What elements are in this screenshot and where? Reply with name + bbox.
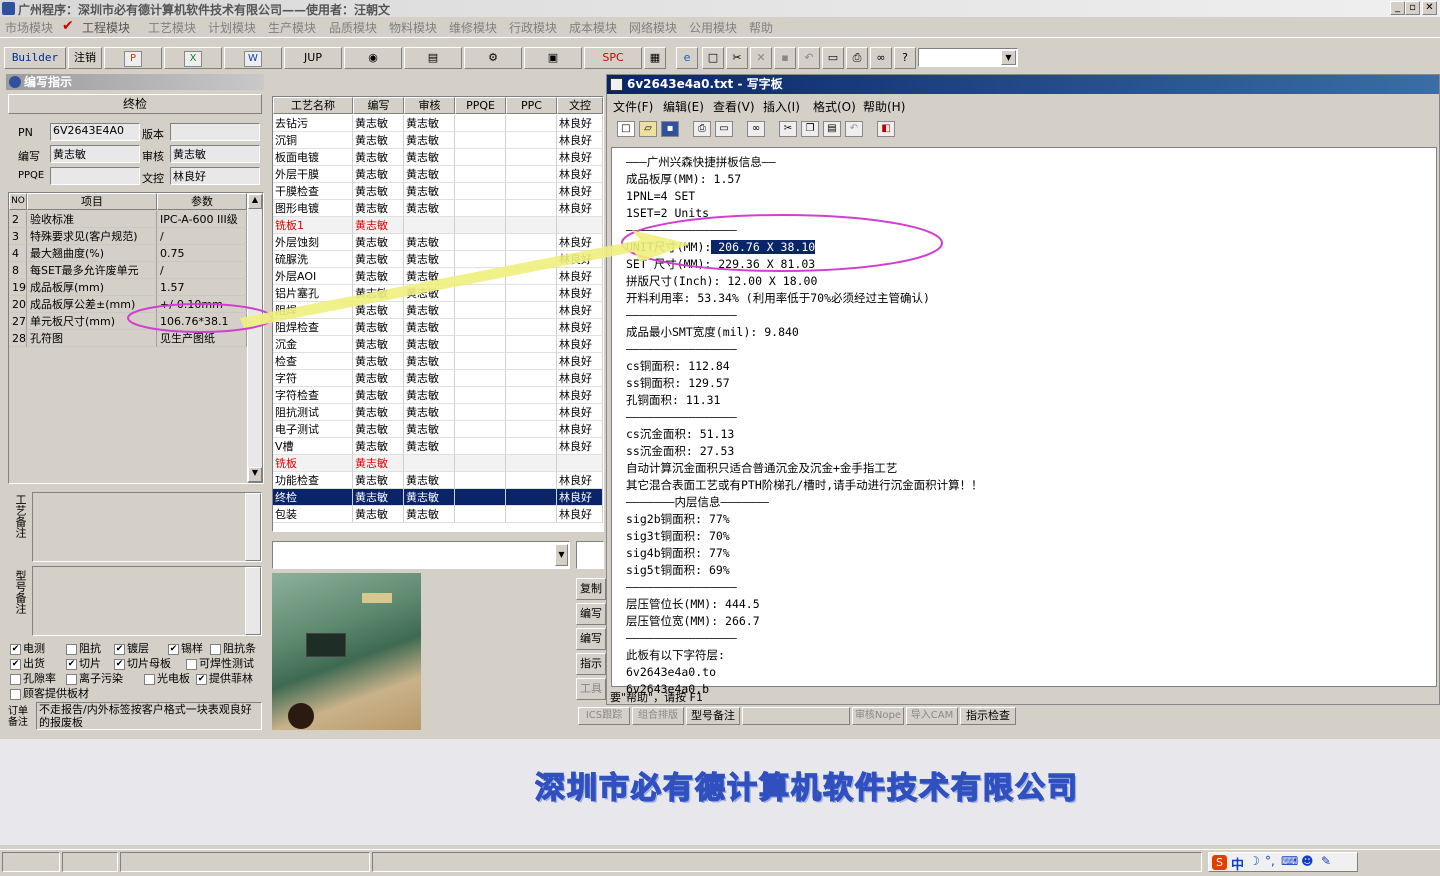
annotation-arrow	[240, 230, 690, 328]
annotation-overlay	[127, 214, 943, 333]
